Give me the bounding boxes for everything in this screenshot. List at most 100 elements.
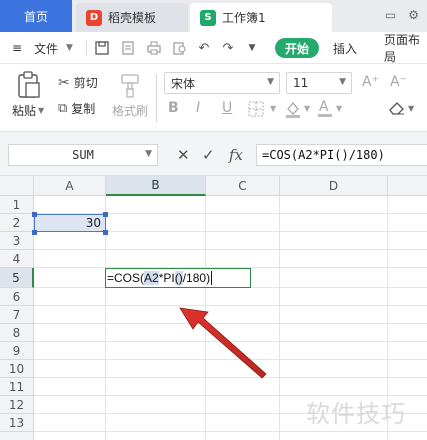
scissors-icon: ✂ [58,74,70,91]
font-color-dropdown-icon[interactable]: ▼ [336,104,342,113]
shrink-font-button[interactable]: A⁻ [390,74,407,90]
chevron-down-icon: ▼ [339,77,346,87]
copy-button[interactable]: ⧉ 复制 [58,100,95,117]
ribbon: 粘贴 ▼ ✂ 剪切 ⧉ 复制 格式刷 宋体 ▼ 11 ▼ A⁺ A⁻ B I U… [0,64,427,132]
spreadsheet-icon: S [200,9,216,26]
menu-file[interactable]: 文件 [34,32,58,64]
tab-home[interactable]: 首页 [0,0,72,32]
borders-dropdown-icon[interactable]: ▼ [270,104,276,113]
save-icon[interactable] [94,40,110,56]
tab-home-label: 首页 [23,9,48,24]
redo-icon[interactable]: ↷ [220,40,236,56]
format-painter-icon[interactable] [118,72,142,100]
title-tab-bar: 首页 D 稻壳模板 S 工作簿1 ▭ ⚙ [0,0,427,32]
chevron-down-icon: ▼ [267,77,274,87]
print-icon[interactable] [146,40,162,56]
row-header[interactable]: 10 [0,360,34,378]
print-preview-icon[interactable] [172,40,188,56]
cell-b5-editor[interactable]: =COS(A2 *PI()/180) [105,268,251,288]
copy-icon: ⧉ [58,101,68,116]
font-size-select[interactable]: 11 ▼ [286,72,352,94]
column-header-a[interactable]: A [34,176,106,196]
name-box[interactable]: SUM ▼ [8,144,158,166]
borders-icon[interactable] [248,101,264,117]
tab-insert[interactable]: 插入 [333,32,357,64]
range-handle[interactable] [103,230,108,235]
row-header-partial[interactable] [0,432,34,440]
window-layout-icon[interactable]: ▭ [385,8,396,22]
output-pdf-icon[interactable] [120,40,136,56]
row-header[interactable]: 3 [0,232,34,250]
fill-dropdown-icon[interactable]: ▼ [304,104,310,113]
cell-a2-value: 30 [85,216,101,230]
row-header[interactable]: 8 [0,324,34,342]
undo-icon[interactable]: ↶ [196,40,212,56]
docer-icon: D [86,9,102,26]
font-name-select[interactable]: 宋体 ▼ [164,72,280,94]
formula-ref-a2: A2 [144,271,159,285]
range-handle[interactable] [103,212,108,217]
row-header[interactable]: 9 [0,342,34,360]
text-caret [211,271,213,285]
row-header[interactable]: 7 [0,306,34,324]
paste-icon[interactable] [12,70,46,100]
formula-op: *PI [158,271,175,285]
eraser-icon[interactable] [388,100,406,116]
cut-button[interactable]: ✂ 剪切 [58,74,98,91]
row-header[interactable]: 6 [0,288,34,306]
font-size-value: 11 [293,76,309,90]
format-painter-button[interactable]: 格式刷 [112,102,148,119]
annotation-arrow-icon [179,307,267,379]
paste-button[interactable]: 粘贴 ▼ [12,102,44,119]
fx-icon[interactable]: fx [229,144,243,166]
tab-page-layout[interactable]: 页面布局 [384,32,427,64]
formula-suffix: /180) [182,271,211,285]
file-dropdown-icon[interactable]: ▼ [66,32,73,64]
menu-bar: ≡ 文件 ▼ ↶ ↷ ▼ 开始 插入 页面布局 [0,32,427,64]
quick-access-dropdown-icon[interactable]: ▼ [244,40,260,56]
row-header[interactable]: 1 [0,196,34,214]
tab-workbook-label: 工作簿1 [222,11,266,25]
tab-workbook[interactable]: S 工作簿1 [190,3,332,32]
italic-button[interactable]: I [196,100,200,116]
grow-font-button[interactable]: A⁺ [362,74,379,90]
underline-button[interactable]: U [222,100,232,116]
column-header-e[interactable] [388,176,427,196]
row-header[interactable]: 13 [0,414,34,432]
column-header-c[interactable]: C [206,176,280,196]
svg-text:A: A [319,99,329,115]
clear-dropdown-icon[interactable]: ▼ [408,104,414,113]
cell-a2[interactable]: 30 [34,214,106,232]
tab-template-store[interactable]: D 稻壳模板 [76,3,188,32]
row-header-selected[interactable]: 5 [0,268,34,288]
formula-paren: () [174,271,183,285]
formula-text: =COS(A2*PI()/180) [262,148,385,162]
name-box-value: SUM [72,148,94,162]
tab-start[interactable]: 开始 [275,38,319,58]
row-header[interactable]: 2 [0,214,34,232]
fill-color-icon[interactable] [284,100,302,118]
range-handle[interactable] [32,230,37,235]
confirm-icon[interactable]: ✓ [202,144,215,166]
paste-dropdown-icon: ▼ [38,106,45,115]
range-handle[interactable] [32,212,37,217]
row-header[interactable]: 11 [0,378,34,396]
column-header-b[interactable]: B [106,176,206,196]
font-color-icon[interactable]: A [316,98,334,118]
settings-icon[interactable]: ⚙ [408,8,419,22]
font-name-value: 宋体 [171,76,196,91]
tab-template-label: 稻壳模板 [108,11,157,25]
formula-bar: SUM ▼ ✕ ✓ fx =COS(A2*PI()/180) [0,132,427,176]
copy-label: 复制 [71,102,96,116]
formula-input[interactable]: =COS(A2*PI()/180) [256,144,427,166]
row-header[interactable]: 4 [0,250,34,268]
bold-button[interactable]: B [168,100,179,116]
paste-label: 粘贴 [12,104,37,118]
select-all-corner[interactable] [0,176,34,196]
cancel-icon[interactable]: ✕ [177,144,190,166]
column-header-d[interactable]: D [280,176,388,196]
menu-hamburger-icon[interactable]: ≡ [12,32,22,64]
watermark: 软件技巧 [306,400,406,428]
formula-prefix: =COS( [107,271,145,285]
row-header[interactable]: 12 [0,396,34,414]
